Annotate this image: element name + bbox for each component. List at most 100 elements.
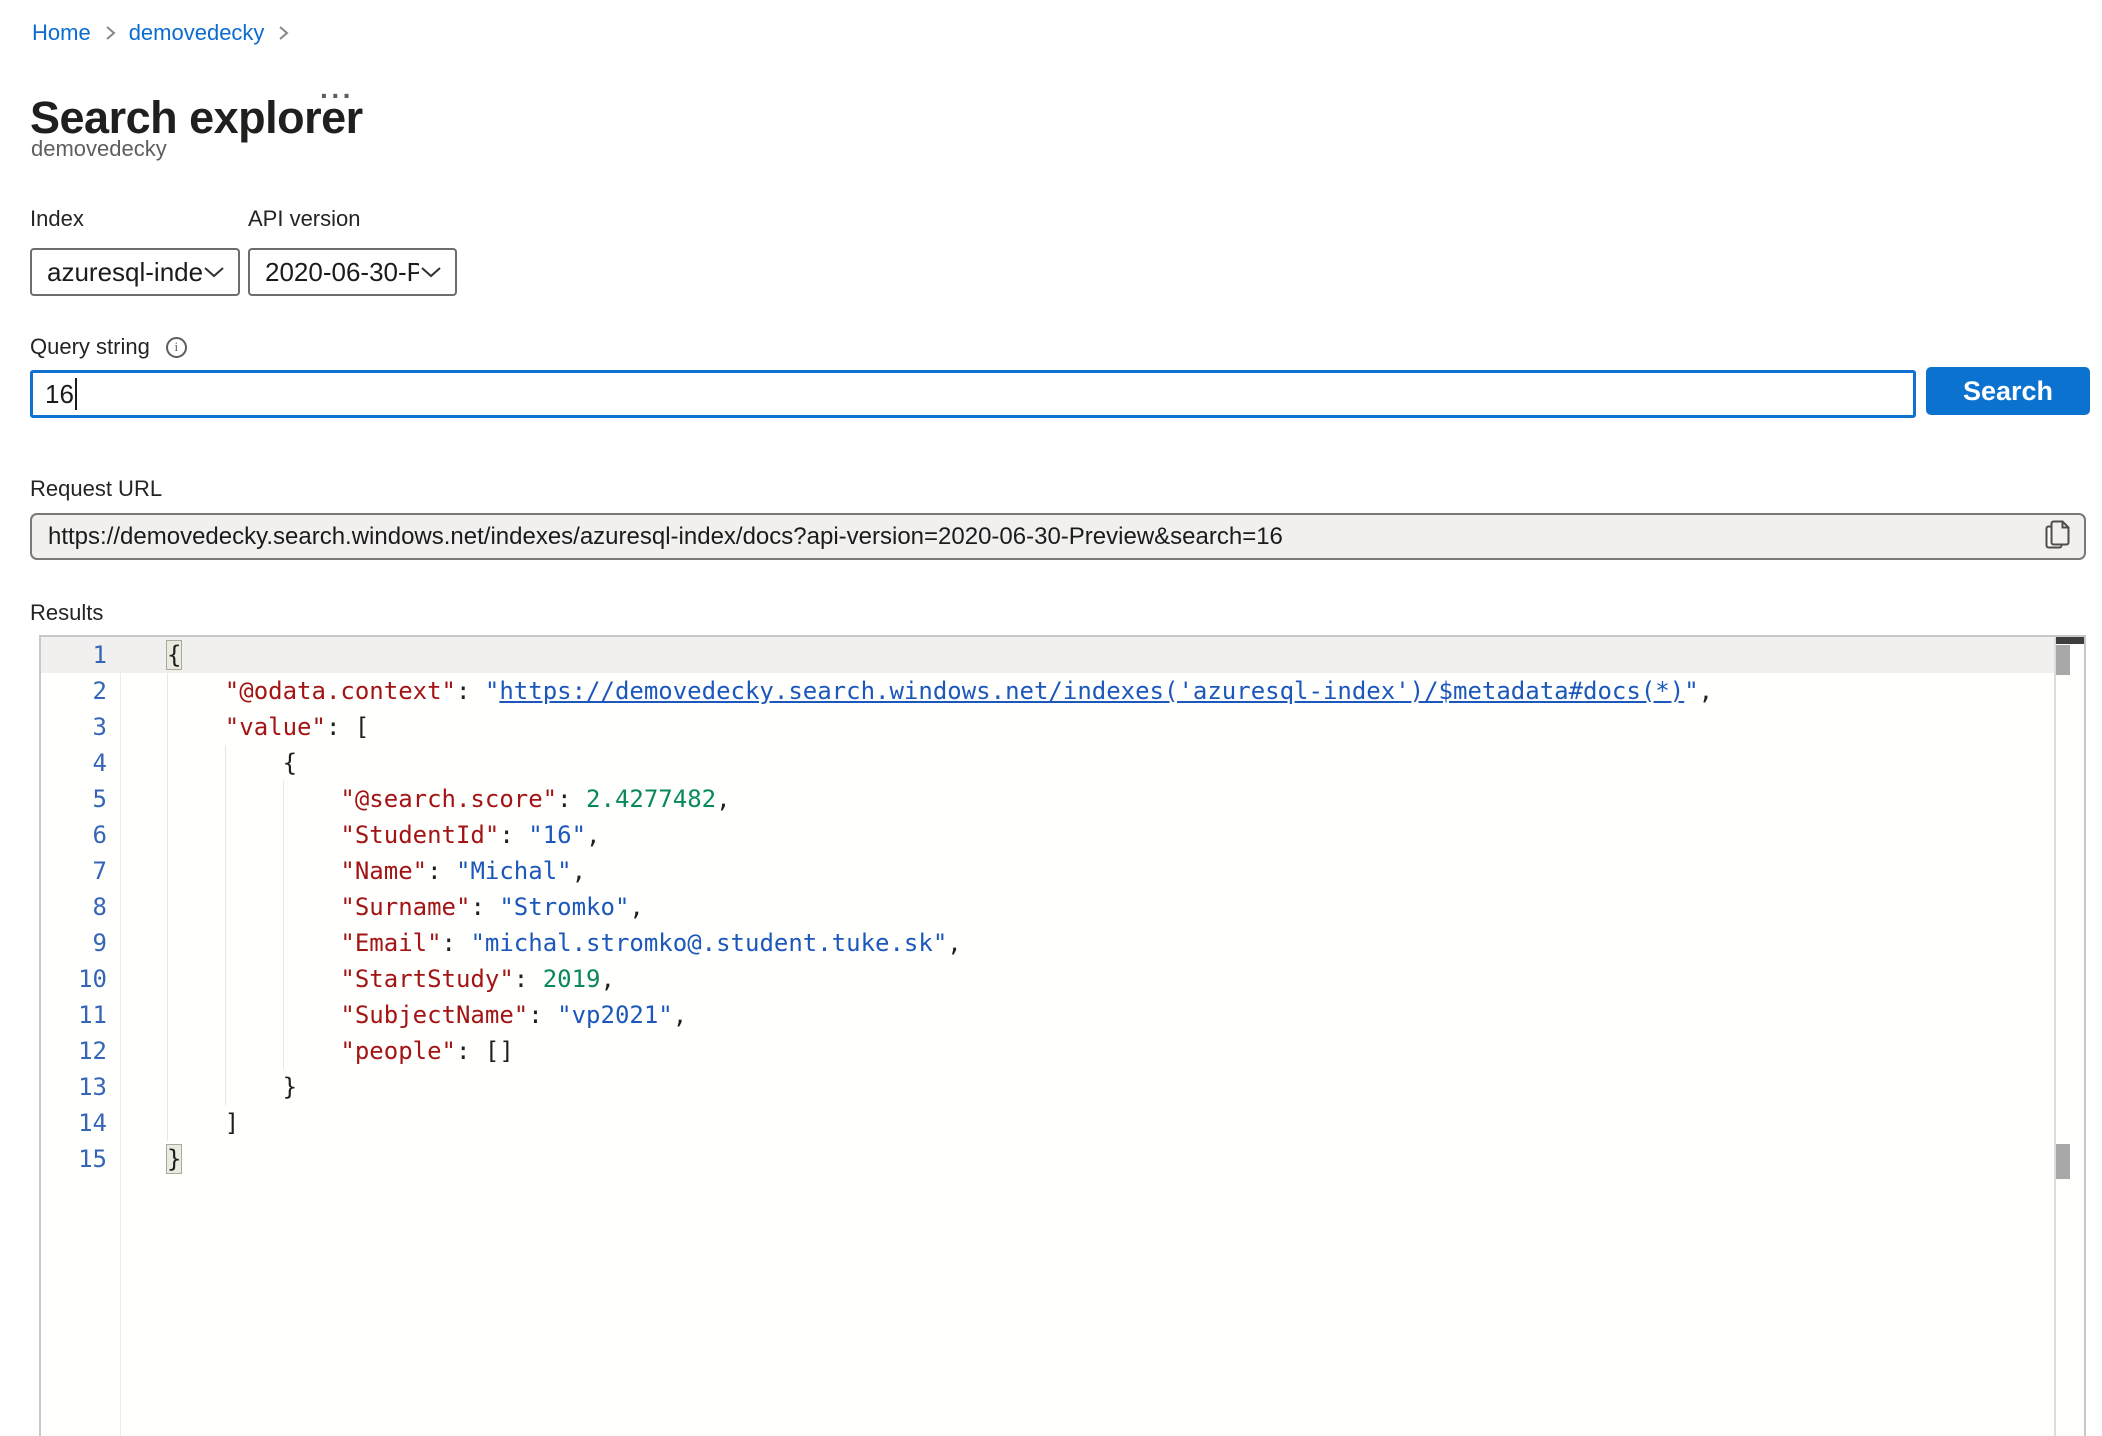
code-line: 13 } bbox=[41, 1069, 2056, 1105]
breadcrumb: Home demovedecky bbox=[32, 20, 290, 46]
code-token: , bbox=[716, 785, 730, 813]
results-code-area[interactable]: 1 {2 "@odata.context": "https://demovedec… bbox=[41, 637, 2056, 1436]
line-number: 12 bbox=[41, 1037, 107, 1065]
results-label: Results bbox=[30, 600, 103, 626]
code-line: 3 "value": [ bbox=[41, 709, 2056, 745]
code-token: "Surname" bbox=[340, 893, 470, 921]
code-token: : bbox=[470, 893, 499, 921]
code-token: , bbox=[947, 929, 961, 957]
code-token: : bbox=[514, 965, 543, 993]
code-line: 15} bbox=[41, 1141, 2056, 1177]
line-number: 3 bbox=[41, 713, 107, 741]
code-token: : bbox=[456, 1037, 485, 1065]
results-code-lines: 1 {2 "@odata.context": "https://demovedec… bbox=[41, 637, 2056, 1177]
line-number: 15 bbox=[41, 1145, 107, 1173]
index-label: Index bbox=[30, 206, 84, 232]
code-token: "SubjectName" bbox=[340, 1001, 528, 1029]
copy-button[interactable] bbox=[2045, 520, 2072, 553]
code-token: 2.4277482 bbox=[586, 785, 716, 813]
query-string-value: 16 bbox=[45, 379, 74, 410]
code-line: 11 "SubjectName": "vp2021", bbox=[41, 997, 2056, 1033]
code-token: , bbox=[586, 821, 600, 849]
code-token bbox=[167, 965, 340, 993]
info-icon[interactable]: i bbox=[166, 337, 187, 358]
api-version-dropdown[interactable]: 2020-06-30-Pre... bbox=[248, 248, 457, 296]
code-token: { bbox=[283, 749, 297, 777]
breadcrumb-service-link[interactable]: demovedecky bbox=[129, 20, 265, 46]
code-token: " bbox=[1684, 677, 1698, 705]
code-token: ] bbox=[225, 1109, 239, 1137]
line-number: 1 bbox=[41, 641, 107, 669]
code-line: 14 ] bbox=[41, 1105, 2056, 1141]
scrollbar-thumb[interactable] bbox=[2056, 645, 2070, 675]
code-token bbox=[167, 785, 340, 813]
query-string-input[interactable]: 16 bbox=[30, 370, 1916, 418]
page-subtitle: demovedecky bbox=[31, 136, 167, 162]
request-url-field: https://demovedecky.search.windows.net/i… bbox=[30, 513, 2086, 560]
code-token: " bbox=[485, 677, 499, 705]
line-number: 2 bbox=[41, 677, 107, 705]
code-token: : bbox=[528, 1001, 557, 1029]
code-token: "Stromko" bbox=[499, 893, 629, 921]
code-line: 10 "StartStudy": 2019, bbox=[41, 961, 2056, 997]
code-token: , bbox=[1699, 677, 1713, 705]
line-number: 13 bbox=[41, 1073, 107, 1101]
text-cursor bbox=[75, 378, 77, 410]
line-number: 7 bbox=[41, 857, 107, 885]
code-token: , bbox=[673, 1001, 687, 1029]
line-number: 4 bbox=[41, 749, 107, 777]
line-number: 5 bbox=[41, 785, 107, 813]
results-scrollbar[interactable] bbox=[2054, 637, 2084, 1436]
line-number: 6 bbox=[41, 821, 107, 849]
code-token: "StartStudy" bbox=[340, 965, 513, 993]
chevron-down-icon bbox=[202, 265, 226, 279]
search-explorer-page: Home demovedecky Search explorer ··· dem… bbox=[0, 0, 2102, 1436]
chevron-right-icon bbox=[276, 23, 290, 43]
breadcrumb-home-link[interactable]: Home bbox=[32, 20, 91, 46]
code-line: 5 "@search.score": 2.4277482, bbox=[41, 781, 2056, 817]
code-token bbox=[167, 1073, 283, 1101]
copy-icon bbox=[2045, 520, 2072, 553]
code-token: "Email" bbox=[340, 929, 441, 957]
code-token: , bbox=[572, 857, 586, 885]
code-token: "16" bbox=[528, 821, 586, 849]
code-token: "value" bbox=[225, 713, 326, 741]
api-version-label: API version bbox=[248, 206, 361, 232]
code-token: "vp2021" bbox=[557, 1001, 673, 1029]
code-token bbox=[167, 1001, 340, 1029]
code-token: : bbox=[557, 785, 586, 813]
code-line: 2 "@odata.context": "https://demovedecky… bbox=[41, 673, 2056, 709]
index-dropdown-value: azuresql-index bbox=[47, 257, 202, 288]
code-token: , bbox=[600, 965, 614, 993]
code-line: 6 "StudentId": "16", bbox=[41, 817, 2056, 853]
scrollbar-thumb[interactable] bbox=[2056, 1144, 2070, 1179]
code-token: : bbox=[499, 821, 528, 849]
code-token: , bbox=[629, 893, 643, 921]
request-url-value: https://demovedecky.search.windows.net/i… bbox=[48, 523, 2037, 551]
code-token bbox=[167, 749, 283, 777]
code-token: : bbox=[326, 713, 355, 741]
search-button[interactable]: Search bbox=[1926, 367, 2090, 415]
code-line: 9 "Email": "michal.stromko@.student.tuke… bbox=[41, 925, 2056, 961]
code-token bbox=[167, 821, 340, 849]
code-line: 12 "people": [] bbox=[41, 1033, 2056, 1069]
line-number: 14 bbox=[41, 1109, 107, 1137]
code-token: [ bbox=[355, 713, 369, 741]
scrollbar-top-shadow bbox=[2056, 637, 2084, 644]
line-number: 8 bbox=[41, 893, 107, 921]
code-token: } bbox=[283, 1073, 297, 1101]
line-number: 11 bbox=[41, 1001, 107, 1029]
code-token: "@search.score" bbox=[340, 785, 557, 813]
code-token: 2019 bbox=[543, 965, 601, 993]
index-dropdown[interactable]: azuresql-index bbox=[30, 248, 240, 296]
odata-context-link[interactable]: https://demovedecky.search.windows.net/i… bbox=[499, 677, 1684, 705]
query-string-label: Query string i bbox=[30, 334, 187, 360]
more-options-button[interactable]: ··· bbox=[320, 80, 354, 112]
code-token: "@odata.context" bbox=[225, 677, 456, 705]
code-token bbox=[167, 713, 225, 741]
code-token: : bbox=[442, 929, 471, 957]
results-editor: 1 {2 "@odata.context": "https://demovedec… bbox=[39, 635, 2086, 1436]
code-token: { bbox=[167, 641, 181, 669]
code-token bbox=[167, 857, 340, 885]
line-number: 9 bbox=[41, 929, 107, 957]
